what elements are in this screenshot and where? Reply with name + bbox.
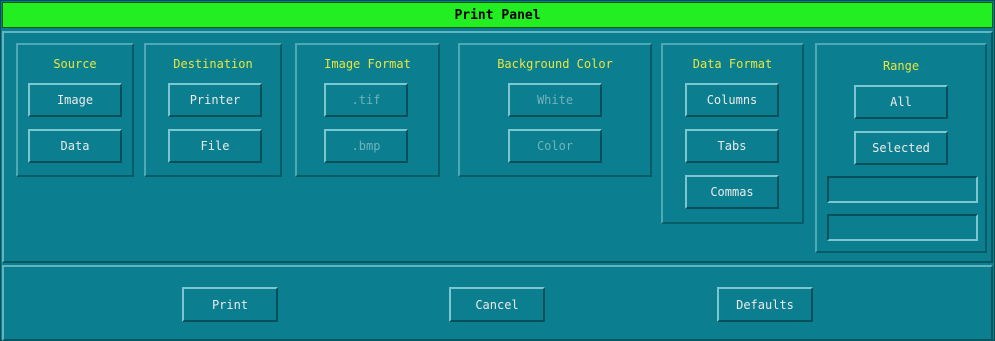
background-color-button[interactable]: Color	[508, 129, 602, 163]
print-button[interactable]: Print	[182, 287, 278, 322]
destination-printer-button[interactable]: Printer	[168, 83, 262, 117]
range-all-button[interactable]: All	[854, 85, 948, 119]
cancel-button[interactable]: Cancel	[449, 287, 545, 322]
image-format-group: Image Format .tif .bmp	[295, 43, 440, 177]
image-format-bmp-button[interactable]: .bmp	[324, 129, 408, 163]
destination-group: Destination Printer File	[144, 43, 282, 177]
range-end-field[interactable]	[827, 214, 978, 241]
background-white-button[interactable]: White	[508, 83, 602, 117]
range-start-field[interactable]	[827, 176, 978, 203]
background-color-title: Background Color	[497, 57, 613, 71]
data-format-group: Data Format Columns Tabs Commas	[661, 43, 804, 224]
data-format-title: Data Format	[692, 57, 773, 71]
data-format-commas-button[interactable]: Commas	[685, 175, 779, 209]
image-format-title: Image Format	[324, 57, 411, 71]
source-image-button[interactable]: Image	[28, 83, 122, 117]
action-panel: Print Cancel Defaults	[2, 265, 993, 341]
source-group: Source Image Data	[16, 43, 134, 177]
data-format-tabs-button[interactable]: Tabs	[685, 129, 779, 163]
range-group: Range All Selected	[815, 43, 987, 253]
range-selected-button[interactable]: Selected	[854, 131, 948, 165]
defaults-button[interactable]: Defaults	[717, 287, 813, 322]
source-data-button[interactable]: Data	[28, 129, 122, 163]
window-title: Print Panel	[454, 7, 541, 23]
source-title: Source	[53, 57, 97, 71]
data-format-columns-button[interactable]: Columns	[685, 83, 779, 117]
image-format-tif-button[interactable]: .tif	[324, 83, 408, 117]
print-panel-window: Print Panel Source Image Data Destinatio…	[0, 0, 995, 341]
range-title: Range	[882, 59, 920, 73]
background-color-group: Background Color White Color	[458, 43, 652, 177]
destination-file-button[interactable]: File	[168, 129, 262, 163]
title-bar[interactable]: Print Panel	[2, 2, 993, 28]
destination-title: Destination	[173, 57, 253, 71]
options-panel: Source Image Data Destination Printer Fi…	[2, 31, 993, 263]
